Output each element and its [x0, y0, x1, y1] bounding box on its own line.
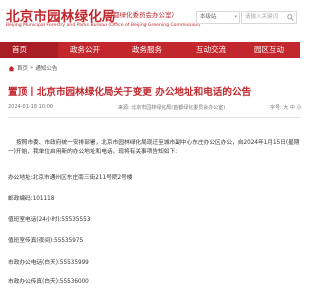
divider	[8, 117, 300, 118]
site-subtitle: (首都绿化委员会办公室)	[104, 11, 175, 19]
duty-phone: 值班室电话(24小时):55535553	[8, 217, 91, 223]
article-title: 置顶丨北京市园林绿化局关于变更 办公地址和电话的公告	[8, 87, 252, 98]
site-title[interactable]: 北京市园林绿化局	[6, 5, 116, 25]
office-address: 办公地址:北京市通州区东庄南三街211号院2号楼	[8, 175, 133, 181]
breadcrumb: 首页 » 通知公告	[8, 64, 57, 72]
nav-item-park-interaction[interactable]: 园区互动	[254, 42, 284, 58]
site-title-en: Beijing Municipal Forestry and Parks Bur…	[6, 23, 201, 28]
breadcrumb-home[interactable]: 首页	[17, 64, 28, 72]
breadcrumb-current[interactable]: 通知公告	[35, 64, 57, 72]
region-select-value: 本级站	[200, 14, 217, 20]
office-phone: 市政办公电话(白天):55535999	[8, 260, 89, 266]
article-date: 2024-01-18 10:00	[8, 104, 54, 110]
postcode: 邮政编码:101118	[8, 196, 55, 202]
breadcrumb-separator: »	[30, 65, 34, 71]
chevron-down-icon: ▾	[234, 14, 237, 20]
office-fax: 市政办公传真(白天):55536000	[8, 279, 89, 285]
region-select[interactable]: 本级站 ▾	[196, 11, 240, 24]
nav-item-interaction[interactable]: 互动交流	[196, 42, 226, 58]
main-nav: 首页 政务公开 政务服务 互动交流 园区互动	[0, 42, 300, 58]
site-header: 北京市园林绿化局 (首都绿化委员会办公室) Beijing Municipal …	[0, 0, 300, 42]
nav-item-gov-affairs[interactable]: 政务公开	[70, 42, 100, 58]
search-icon[interactable]	[287, 14, 294, 21]
nav-item-gov-services[interactable]: 政务服务	[132, 42, 162, 58]
article-paragraph-line: 一)开始，我单位启用新的办公地址和电话。现将有关事项告知如下:	[8, 149, 178, 155]
font-size-control[interactable]: 字号: 大 中 小	[270, 104, 301, 111]
article-source: 来源: 北京市园林绿化局(首都绿化委员会办公室)	[118, 105, 226, 111]
duty-fax: 值班室传真(夜间):55535975	[8, 238, 84, 244]
search-input[interactable]: 请输入关键词	[241, 11, 297, 24]
search-placeholder: 请输入关键词	[245, 14, 279, 20]
article-paragraph-line: 按照市委、市政府统一安排部署，北京市园林绿化局现迁至城市副中心东庄办公区办公，自…	[16, 140, 300, 146]
article-meta: 2024-01-18 10:00 来源: 北京市园林绿化局(首都绿化委员会办公室…	[8, 104, 301, 114]
home-icon	[8, 65, 15, 71]
nav-item-home[interactable]: 首页	[0, 42, 58, 58]
